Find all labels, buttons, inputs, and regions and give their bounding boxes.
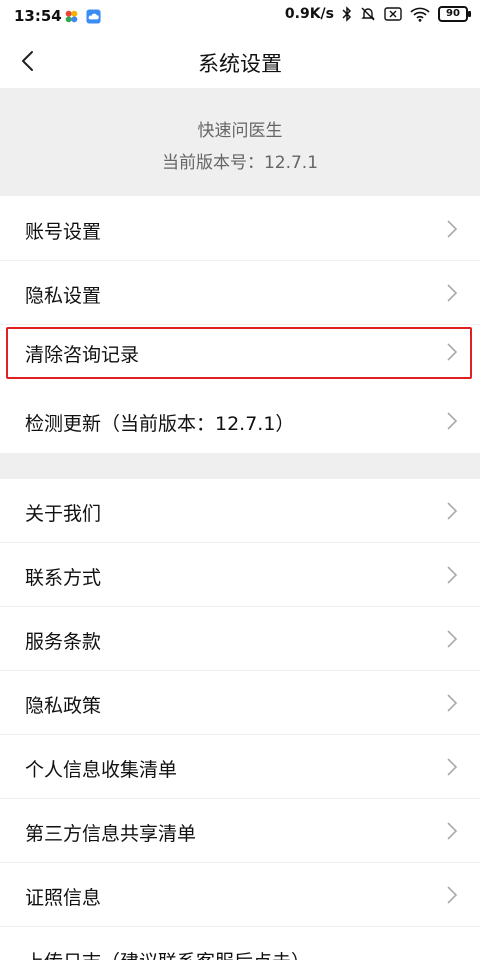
pinwheel-app-icon	[65, 10, 78, 23]
chevron-right-icon	[447, 758, 458, 776]
chevron-right-icon	[447, 502, 458, 520]
settings-row-label: 服务条款	[25, 631, 102, 653]
settings-row-terms[interactable]: 服务条款	[0, 607, 480, 671]
chevron-right-icon	[447, 284, 458, 302]
cloud-app-icon	[86, 9, 101, 24]
chevron-right-icon	[447, 822, 458, 840]
settings-row-clear-history[interactable]: 清除咨询记录	[0, 325, 480, 389]
network-speed: 0.9K/s	[284, 6, 334, 22]
settings-row-label: 个人信息收集清单	[25, 759, 178, 781]
chevron-right-icon	[447, 343, 458, 361]
settings-row-check-update[interactable]: 检测更新（当前版本：12.7.1）	[0, 389, 480, 453]
status-time: 13:54	[14, 7, 62, 25]
settings-row-contact[interactable]: 联系方式	[0, 543, 480, 607]
settings-row-label: 关于我们	[25, 503, 102, 525]
wifi-icon	[410, 7, 430, 22]
settings-row-label: 第三方信息共享清单	[25, 823, 197, 845]
settings-group-about: 关于我们 联系方式 服务条款 隐私政策 个人信息收集清单 第三方信息共享清单 证…	[0, 479, 480, 960]
chevron-right-icon	[447, 566, 458, 584]
chevron-right-icon	[447, 412, 458, 430]
settings-row-label: 上传日志（建议联系客服后点击）	[25, 947, 310, 960]
chevron-right-icon	[447, 220, 458, 238]
settings-row-label: 检测更新（当前版本：12.7.1）	[25, 413, 295, 435]
page-title: 系统设置	[198, 52, 282, 76]
settings-row-third-party-share[interactable]: 第三方信息共享清单	[0, 799, 480, 863]
settings-row-personal-info-list[interactable]: 个人信息收集清单	[0, 735, 480, 799]
settings-row-label: 账号设置	[25, 221, 102, 243]
settings-row-about-us[interactable]: 关于我们	[0, 479, 480, 543]
battery-icon: 90	[438, 6, 471, 22]
app-version: 当前版本号：12.7.1	[161, 153, 319, 173]
settings-row-licenses[interactable]: 证照信息	[0, 863, 480, 927]
section-divider	[0, 453, 480, 479]
bluetooth-icon	[342, 6, 352, 22]
nav-bar: 系统设置	[0, 34, 480, 88]
settings-row-label: 清除咨询记录	[25, 344, 140, 366]
settings-row-privacy-policy[interactable]: 隐私政策	[0, 671, 480, 735]
settings-row-label: 隐私政策	[25, 695, 102, 717]
settings-row-account[interactable]: 账号设置	[0, 197, 480, 261]
chevron-right-icon	[447, 630, 458, 648]
status-bar: 13:54 0.9K/s 90	[0, 0, 480, 34]
settings-row-upload-log[interactable]: 上传日志（建议联系客服后点击）	[0, 927, 480, 960]
sim-off-icon	[384, 7, 402, 21]
settings-row-label: 证照信息	[25, 887, 102, 909]
mute-bell-icon	[361, 7, 375, 21]
chevron-right-icon	[447, 694, 458, 712]
settings-row-privacy[interactable]: 隐私设置	[0, 261, 480, 325]
settings-row-label: 联系方式	[25, 567, 102, 589]
app-name: 快速问医生	[197, 121, 283, 141]
app-info-header: 快速问医生 当前版本号：12.7.1	[0, 88, 480, 196]
settings-group-account: 账号设置 隐私设置 清除咨询记录 检测更新（当前版本：12.7.1）	[0, 197, 480, 453]
settings-row-label: 隐私设置	[25, 285, 102, 307]
chevron-right-icon	[447, 886, 458, 904]
